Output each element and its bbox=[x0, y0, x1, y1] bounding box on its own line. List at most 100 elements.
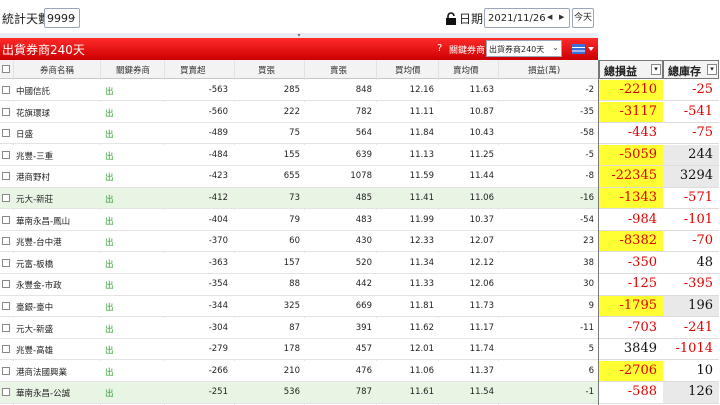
sell-avg-cell: 12.06 bbox=[469, 279, 494, 290]
net-cell: -279 bbox=[208, 344, 228, 355]
buy-avg-cell: 11.61 bbox=[409, 387, 434, 398]
net-cell: -251 bbox=[208, 387, 228, 398]
row-checkbox[interactable] bbox=[2, 280, 10, 289]
table-row[interactable]: 兆豐-台中港 出 -370 60 430 12.33 12.07 23 bbox=[0, 231, 598, 253]
table-row[interactable]: 元富-板橋 出 -363 157 520 11.34 12.12 38 bbox=[0, 252, 598, 274]
sell-volume-cell: 669 bbox=[355, 301, 372, 311]
total-pl-cell: -703 bbox=[599, 318, 663, 339]
chevron-down-icon[interactable]: ▾ bbox=[651, 64, 661, 75]
summary-header-total-pl[interactable]: 總損益 ▾ bbox=[599, 60, 663, 79]
summary-header-total-pl-label: 總損益 bbox=[604, 65, 637, 78]
buy-volume-cell: 157 bbox=[283, 257, 300, 268]
table-row[interactable]: 兆豐-三重 出 -484 155 639 11.13 11.25 -5 bbox=[0, 144, 598, 166]
table-row[interactable]: 華南永昌-公誠 出 -251 536 787 11.61 11.54 -1 bbox=[0, 382, 598, 404]
row-checkbox[interactable] bbox=[2, 302, 10, 310]
col-header-sell[interactable]: 賣張 bbox=[330, 64, 347, 76]
net-cell: -489 bbox=[208, 128, 228, 139]
broker-name-cell: 華南永昌-公誠 bbox=[16, 389, 71, 400]
pl-cell: -8 bbox=[585, 171, 594, 182]
total-pl-cell: -588 bbox=[599, 382, 663, 404]
buy-volume-cell: 210 bbox=[283, 365, 300, 376]
broker-name-cell: 華南永昌-鳳山 bbox=[16, 216, 71, 227]
table-row[interactable]: 花旗環球 出 -560 222 782 11.11 10.87 -35 bbox=[0, 101, 598, 123]
pl-cell: 6 bbox=[588, 365, 594, 376]
broker-name-cell: 花旗環球 bbox=[16, 108, 51, 119]
broker-name-cell: 元富-板橋 bbox=[16, 259, 54, 270]
key-broker-cell: 出 bbox=[105, 281, 114, 292]
date-input[interactable]: 2021/11/26 ◀ ▶ bbox=[484, 8, 570, 28]
table-row[interactable]: 兆豐-高雄 出 -279 178 457 12.01 11.74 5 bbox=[0, 339, 598, 361]
table-row[interactable]: 中國信託 出 -563 285 848 12.16 11.63 -2 bbox=[0, 80, 598, 102]
row-checkbox[interactable] bbox=[2, 366, 10, 375]
col-header-key-broker[interactable]: 關鍵券商 bbox=[116, 64, 150, 76]
row-checkbox[interactable] bbox=[2, 258, 10, 267]
total-inventory-cell: -75 bbox=[663, 123, 719, 145]
days-select[interactable]: 9999 ⌄ bbox=[44, 8, 80, 28]
row-checkbox[interactable] bbox=[2, 107, 10, 116]
key-broker-cell: 出 bbox=[105, 216, 114, 227]
total-inventory-cell: 3294 bbox=[663, 166, 719, 188]
broker-name-cell: 港商法國興業 bbox=[16, 367, 68, 378]
col-header-sell-avg[interactable]: 賣均價 bbox=[453, 64, 479, 76]
broker-name-cell: 兆豐-台中港 bbox=[16, 238, 62, 249]
net-cell: -423 bbox=[208, 171, 228, 182]
row-checkbox[interactable] bbox=[2, 172, 10, 181]
row-checkbox[interactable] bbox=[2, 237, 10, 246]
row-checkbox[interactable] bbox=[2, 388, 10, 397]
sell-avg-cell: 11.54 bbox=[469, 387, 494, 398]
total-inventory-cell: -1014 bbox=[663, 339, 719, 361]
key-broker-select[interactable]: 出貨券商240天 ⌄ bbox=[486, 40, 562, 57]
chevron-down-icon[interactable]: ▾ bbox=[707, 64, 717, 75]
total-inventory-cell: 48 bbox=[663, 253, 719, 274]
buy-volume-cell: 73 bbox=[289, 193, 300, 203]
total-pl-cell: -2210 bbox=[599, 80, 663, 102]
grid-menu-icon[interactable] bbox=[571, 43, 595, 55]
col-header-pl[interactable]: 損益(萬) bbox=[528, 64, 560, 76]
key-broker-cell: 出 bbox=[105, 346, 114, 357]
select-all-checkbox[interactable] bbox=[2, 65, 10, 73]
row-checkbox[interactable] bbox=[2, 129, 10, 138]
table-row[interactable]: 元大-新莊 出 -412 73 485 11.41 11.06 -16 bbox=[0, 188, 598, 210]
col-header-net[interactable]: 買賣超 bbox=[180, 64, 206, 76]
total-pl-cell: -443 bbox=[599, 123, 663, 145]
buy-avg-cell: 12.16 bbox=[409, 85, 434, 95]
days-label: 統計天數 bbox=[2, 12, 51, 26]
row-checkbox[interactable] bbox=[2, 215, 10, 224]
sell-avg-cell: 10.37 bbox=[469, 214, 494, 225]
row-checkbox[interactable] bbox=[2, 194, 10, 202]
buy-volume-cell: 222 bbox=[283, 106, 300, 117]
col-header-buy-avg[interactable]: 買均價 bbox=[395, 64, 421, 76]
row-checkbox[interactable] bbox=[2, 323, 10, 332]
pl-cell: -11 bbox=[580, 322, 594, 333]
today-button[interactable]: 今天 bbox=[572, 8, 594, 28]
lock-icon[interactable] bbox=[445, 12, 457, 25]
table-row[interactable]: 日盛 出 -489 75 564 11.84 10.43 -58 bbox=[0, 123, 598, 145]
total-pl-cell: -1343 bbox=[599, 188, 663, 210]
next-day-icon[interactable]: ▶ bbox=[559, 13, 564, 21]
date-label: 日期 bbox=[459, 12, 484, 26]
table-row[interactable]: 華南永昌-鳳山 出 -404 79 483 11.99 10.37 -54 bbox=[0, 209, 598, 231]
sell-volume-cell: 639 bbox=[355, 149, 372, 160]
help-icon[interactable]: ? bbox=[437, 43, 442, 54]
row-checkbox[interactable] bbox=[2, 150, 10, 159]
broker-name-cell: 元大-新盛 bbox=[16, 324, 54, 335]
total-inventory-cell: -541 bbox=[663, 102, 719, 123]
row-checkbox[interactable] bbox=[2, 345, 10, 354]
table-row[interactable]: 港商野村 出 -423 655 1078 11.59 11.44 -8 bbox=[0, 166, 598, 188]
key-broker-cell: 出 bbox=[105, 87, 114, 97]
summary-header-total-inventory[interactable]: 總庫存 ▾ bbox=[663, 60, 719, 79]
buy-avg-cell: 12.01 bbox=[409, 344, 434, 355]
col-header-buy[interactable]: 買張 bbox=[258, 64, 275, 76]
table-row[interactable]: 臺銀-臺中 出 -344 325 669 11.81 11.73 9 bbox=[0, 296, 598, 318]
buy-volume-cell: 325 bbox=[283, 301, 300, 311]
col-header-broker[interactable]: 券商名稱 bbox=[40, 64, 74, 76]
row-checkbox[interactable] bbox=[2, 86, 10, 94]
total-inventory-cell: 244 bbox=[663, 144, 719, 166]
total-pl-cell: -8382 bbox=[599, 231, 663, 253]
table-row[interactable]: 元大-新盛 出 -304 87 391 11.62 11.17 -11 bbox=[0, 317, 598, 339]
table-row[interactable]: 港商法國興業 出 -266 210 476 11.06 11.37 6 bbox=[0, 360, 598, 382]
table-row[interactable]: 永豐金-市政 出 -354 88 442 11.33 12.06 30 bbox=[0, 274, 598, 296]
pl-cell: 30 bbox=[583, 279, 594, 290]
key-broker-cell: 出 bbox=[105, 389, 114, 400]
prev-day-icon[interactable]: ◀ bbox=[547, 13, 552, 21]
